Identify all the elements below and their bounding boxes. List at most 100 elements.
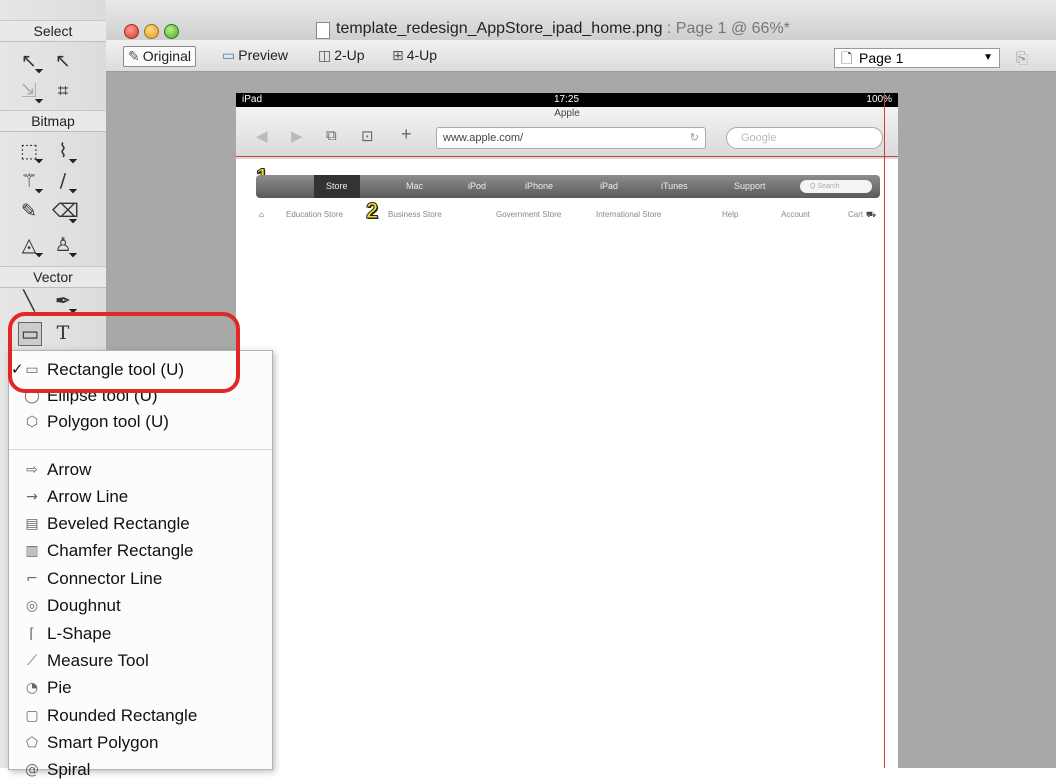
two-up-view-button[interactable]: ◫ 2-Up xyxy=(318,46,365,65)
nav-item: Store xyxy=(314,175,360,198)
select-section-label: Select xyxy=(0,20,106,42)
connector-line-icon: ⌐ xyxy=(26,571,38,587)
pointer-icon[interactable]: ↖ xyxy=(18,50,40,72)
title-bar[interactable]: template_redesign_AppStore_ipad_home.png… xyxy=(106,0,1056,41)
menu-item-label: Ellipse tool (U) xyxy=(47,386,158,405)
shape-tool-flyout-menu: ✓ ▭ Rectangle tool (U) ◯ Ellipse tool (U) ⬡ Po… xyxy=(8,350,273,779)
arrow-icon: ⇨ xyxy=(26,462,38,478)
menu-item-ellipse[interactable]: ◯ Ellipse tool (U) xyxy=(9,383,272,409)
menu-item-beveled-rectangle[interactable]: ▤ Beveled Rectangle xyxy=(9,511,272,537)
ellipse-icon: ◯ xyxy=(24,388,40,404)
four-up-view-button[interactable]: ⊞ 4-Up xyxy=(392,46,437,65)
lasso-icon[interactable]: ⌇ xyxy=(52,140,74,162)
doc-meta: : Page 1 @ 66%* xyxy=(662,20,790,37)
blur-icon[interactable]: ◬ xyxy=(18,234,40,256)
preview-icon: ▭ xyxy=(222,47,236,63)
menu-item-label: L-Shape xyxy=(47,624,112,643)
menu-item-label: Rectangle tool (U) xyxy=(47,360,185,379)
nav-search-text: Q Search xyxy=(810,183,840,190)
l-shape-icon: ⌈ xyxy=(29,626,35,642)
two-up-icon: ◫ xyxy=(318,47,332,63)
menu-item-chamfer-rectangle[interactable]: ▥ Chamfer Rectangle xyxy=(9,538,272,564)
forward-icon: ▶ xyxy=(291,128,303,145)
page-value: Page 1 xyxy=(859,50,904,66)
eraser-icon[interactable]: ⌫ xyxy=(52,200,79,222)
beveled-rectangle-icon: ▤ xyxy=(25,516,39,532)
menu-item-label: Spiral xyxy=(47,760,91,779)
brush-icon[interactable]: ∕ xyxy=(52,170,74,192)
menu-item-label: Smart Polygon xyxy=(47,733,159,752)
store-subnav: ⌂ Education Store Business Store Governm… xyxy=(256,207,880,223)
rubber-stamp-icon[interactable]: ♙ xyxy=(52,234,74,256)
menu-item-label: Pie xyxy=(47,678,72,697)
menu-item-polygon[interactable]: ⬡ Polygon tool (U) xyxy=(9,409,272,435)
home-icon: ⌂ xyxy=(259,210,264,219)
pen-icon[interactable]: ✒ xyxy=(52,290,74,312)
menu-item-label: Measure Tool xyxy=(47,651,149,670)
original-label: Original xyxy=(142,48,191,64)
close-button[interactable] xyxy=(124,24,139,39)
chamfer-rectangle-icon: ▥ xyxy=(25,543,39,559)
rectangle-icon: ▭ xyxy=(25,362,39,378)
menu-item-rectangle[interactable]: ✓ ▭ Rectangle tool (U) xyxy=(9,357,272,383)
menu-item-rounded-rectangle[interactable]: ▢ Rounded Rectangle xyxy=(9,703,272,729)
menu-item-pie[interactable]: ◔ Pie xyxy=(9,675,272,701)
bitmap-section-label: Bitmap xyxy=(0,110,106,132)
original-view-button[interactable]: ✎ Original xyxy=(123,46,196,67)
menu-item-l-shape[interactable]: ⌈ L-Shape xyxy=(9,621,272,647)
pages-icon[interactable]: ⎘ xyxy=(1016,50,1028,67)
ipad-status-bar: iPad 17:25 100% xyxy=(236,93,898,107)
polygon-icon: ⬡ xyxy=(25,414,39,430)
guide-line-horizontal xyxy=(236,156,898,157)
preview-view-button[interactable]: ▭ Preview xyxy=(222,46,288,65)
marquee-icon[interactable]: ⬚ xyxy=(18,140,40,162)
tabs-icon: ⧉ xyxy=(326,127,337,144)
menu-item-measure-tool[interactable]: ⟋ Measure Tool xyxy=(9,648,272,674)
view-toolbar: ✎ Original ▭ Preview ◫ 2-Up ⊞ 4-Up 🗋 Page 1 … xyxy=(106,40,1056,72)
scale-icon[interactable]: ⇲ xyxy=(18,80,40,102)
menu-item-arrow[interactable]: ⇨ Arrow xyxy=(9,457,272,483)
window-title: template_redesign_AppStore_ipad_home.png… xyxy=(336,20,790,38)
subselect-icon[interactable]: ↖ xyxy=(52,50,74,72)
pencil-icon[interactable]: ✎ xyxy=(18,200,40,222)
line-icon[interactable]: ╲ xyxy=(18,290,40,312)
magic-wand-icon[interactable]: ⚚ xyxy=(18,170,40,192)
menu-separator xyxy=(9,449,272,450)
menu-item-connector-line[interactable]: ⌐ Connector Line xyxy=(9,566,272,592)
battery: 100% xyxy=(866,94,892,105)
nav-item: Support xyxy=(734,181,766,191)
minimize-button[interactable] xyxy=(144,24,159,39)
subnav-item: Government Store xyxy=(496,210,562,219)
nav-item: Mac xyxy=(406,181,424,191)
four-up-icon: ⊞ xyxy=(392,47,404,63)
menu-item-arrow-line[interactable]: → Arrow Line xyxy=(9,484,272,510)
page-select[interactable]: 🗋 Page 1 ▼ xyxy=(834,48,1000,68)
canvas[interactable]: iPad 17:25 100% Apple ◀ ▶ ⧉ ⊡ + www.appl… xyxy=(236,93,898,768)
chevron-down-icon: ▼ xyxy=(983,52,993,63)
menu-item-label: Chamfer Rectangle xyxy=(47,541,194,560)
google-search-field: Google xyxy=(726,127,883,149)
doc-name: template_redesign_AppStore_ipad_home.png xyxy=(336,20,663,37)
zoom-button[interactable] xyxy=(164,24,179,39)
nav-item: iPhone xyxy=(525,181,554,191)
search-placeholder: Google xyxy=(741,132,777,144)
subnav-item: Business Store xyxy=(388,210,442,219)
vector-section-label: Vector xyxy=(0,266,106,288)
subnav-item: Account xyxy=(781,210,810,219)
nav-item: iPad xyxy=(600,181,619,191)
document-icon xyxy=(316,22,330,39)
reload-icon: ↻ xyxy=(689,132,699,144)
menu-item-smart-polygon[interactable]: ⬠ Smart Polygon xyxy=(9,730,272,756)
callout-2: 2 xyxy=(365,198,379,223)
subnav-item: Cart xyxy=(848,210,864,219)
menu-item-doughnut[interactable]: ◎ Doughnut xyxy=(9,593,272,619)
rectangle-tool-icon[interactable]: ▭ xyxy=(18,322,42,346)
guide-line-vertical xyxy=(884,93,885,768)
menu-item-label: Rounded Rectangle xyxy=(47,706,198,725)
safari-page-title: Apple xyxy=(554,108,580,119)
menu-item-spiral[interactable]: @ Spiral xyxy=(9,757,272,783)
text-tool-icon[interactable]: T xyxy=(52,322,74,344)
device-label: iPad xyxy=(242,94,263,105)
page-icon: 🗋 xyxy=(841,50,853,66)
crop-icon[interactable]: ⌗ xyxy=(52,80,74,102)
